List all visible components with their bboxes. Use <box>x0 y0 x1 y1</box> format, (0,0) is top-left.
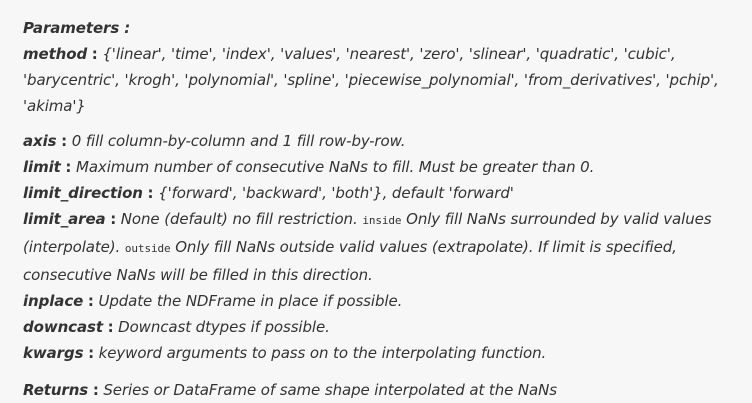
param-separator: : <box>91 45 98 63</box>
param-description: Maximum number of consecutive NaNs to fi… <box>75 158 595 176</box>
param-name: downcast <box>23 318 103 336</box>
param-name: limit <box>23 158 61 176</box>
code-outside: outside <box>124 242 171 255</box>
parameters-header: Parameters : <box>23 19 131 37</box>
param-downcast: downcast : Downcast dtypes if possible. <box>23 314 743 340</box>
parameters-section: Parameters : method : {'linear', 'time',… <box>23 15 743 403</box>
param-description: None (default) no fill restriction. <box>120 210 358 228</box>
param-limit: limit : Maximum number of consecutive Na… <box>23 154 743 180</box>
param-limit-direction: limit_direction : {'forward', 'backward'… <box>23 180 743 206</box>
param-description: 0 fill column-by-column and 1 fill row-b… <box>71 132 406 150</box>
param-name: limit_area <box>23 210 106 228</box>
param-description: Only fill NaNs outside valid values (ext… <box>23 238 677 284</box>
param-separator: : <box>65 158 72 176</box>
returns-label: Returns <box>23 381 89 399</box>
param-method: method : {'linear', 'time', 'index', 'va… <box>23 41 743 119</box>
param-separator: : <box>61 132 68 150</box>
param-description: keyword arguments to pass on to the inte… <box>98 344 547 362</box>
param-name: inplace <box>23 292 84 310</box>
param-separator: : <box>92 381 99 399</box>
param-separator: : <box>88 344 94 362</box>
param-description: Downcast dtypes if possible. <box>118 318 330 336</box>
param-inplace: inplace : Update the NDFrame in place if… <box>23 288 743 314</box>
param-name: method <box>23 45 88 63</box>
param-description: {'forward', 'backward', 'both'}, default… <box>158 184 514 202</box>
param-kwargs: kwargs : keyword arguments to pass on to… <box>23 340 743 366</box>
param-description: Update the NDFrame in place if possible. <box>98 292 403 310</box>
param-separator: : <box>147 184 154 202</box>
returns-description: Series or DataFrame of same shape interp… <box>103 381 557 399</box>
param-name: limit_direction <box>23 184 143 202</box>
param-separator: : <box>87 292 94 310</box>
param-axis: axis : 0 fill column-by-column and 1 fil… <box>23 128 743 154</box>
code-inside: inside <box>362 214 402 227</box>
docstring-page: { "header": "Parameters :", "params": [ … <box>0 0 752 402</box>
param-separator: : <box>107 318 114 336</box>
param-description: {'linear', 'time', 'index', 'values', 'n… <box>23 45 719 115</box>
returns-section: Returns : Series or DataFrame of same sh… <box>23 377 743 403</box>
param-separator: : <box>110 210 117 228</box>
param-name: kwargs <box>23 344 84 362</box>
param-limit-area: limit_area : None (default) no fill rest… <box>23 206 743 288</box>
param-name: axis <box>23 132 57 150</box>
